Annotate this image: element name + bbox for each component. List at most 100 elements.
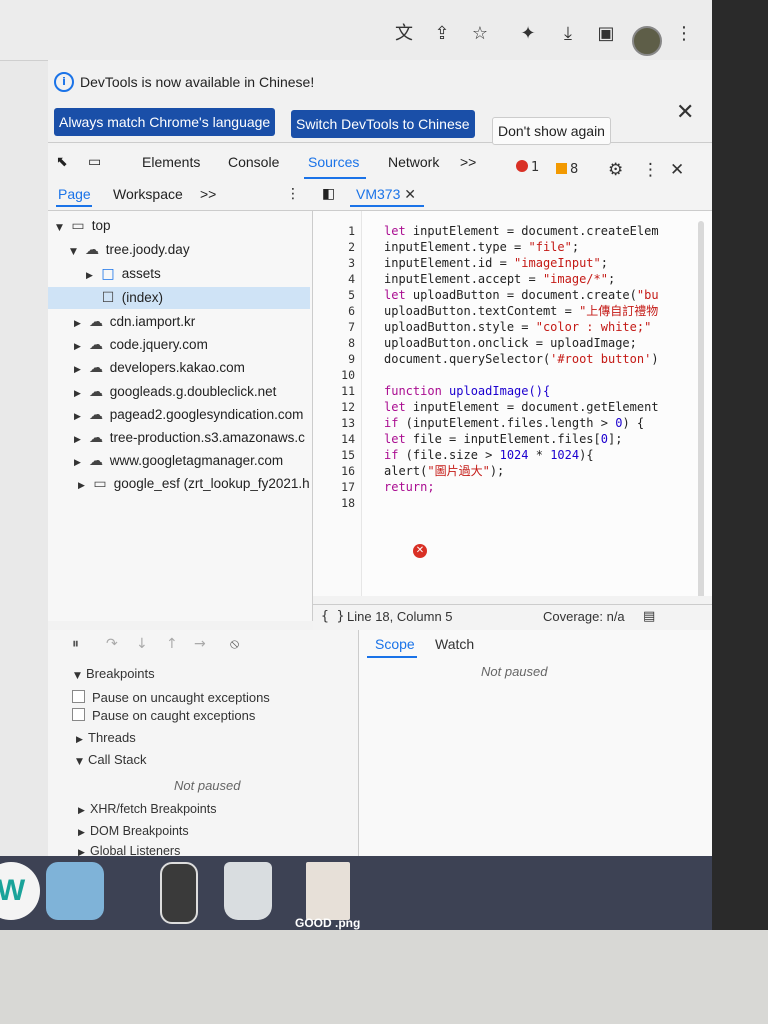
tree-item-domain[interactable]: ▼ ☁ tree.joody.day [70,239,190,261]
line-number[interactable]: 11 [313,383,355,399]
line-number[interactable]: 10 [313,367,355,383]
line-number[interactable]: 18 [313,495,355,511]
step-icon[interactable]: → [194,636,206,652]
line-number[interactable]: 17 [313,479,355,495]
image-file-icon[interactable] [306,862,350,920]
settings-gear-icon[interactable]: ⚙ [608,160,623,180]
tab-elements[interactable]: Elements [142,154,200,170]
code-line-16[interactable]: alert("圖片過大"); [384,463,504,479]
code-line-3[interactable]: inputElement.id = "imageInput"; [384,255,608,271]
section-breakpoints[interactable]: ▼ Breakpoints [74,666,155,681]
file-tab-vm373[interactable]: VM373 ✕ [356,186,416,203]
line-number[interactable]: 2 [313,239,355,255]
line-number[interactable]: 13 [313,415,355,431]
code-line-2[interactable]: inputElement.type = "file"; [384,239,579,255]
tree-item[interactable]: ▶ ☁ www.googletagmanager.com [74,450,283,472]
code-line-9[interactable]: document.querySelector('#root button') [384,351,659,367]
translate-icon[interactable]: 文 [392,22,416,46]
extensions-icon[interactable]: ✦ [516,22,540,46]
phone-app-icon[interactable] [160,862,198,924]
line-number[interactable]: 15 [313,447,355,463]
code-line-13[interactable]: if (inputElement.files.length > 0) { [384,415,644,431]
tab-workspace[interactable]: Workspace [113,186,183,202]
line-number[interactable]: 7 [313,319,355,335]
code-line-7[interactable]: uploadButton.style = "color : white;" [384,319,651,335]
code-line-4[interactable]: inputElement.accept = "image/*"; [384,271,615,287]
tree-item[interactable]: ▶ ☁ googleads.g.doubleclick.net [74,381,276,403]
tree-item[interactable]: ▶ ☁ code.jquery.com [74,334,208,356]
more-nav-tabs-button[interactable]: >> [200,186,216,202]
device-toggle-icon[interactable]: ▭ [88,154,101,170]
toggle-navigator-icon[interactable]: ◧ [322,186,335,202]
error-count-badge[interactable]: 1 [516,160,539,175]
tree-item-top[interactable]: ▼ ▭ top [56,215,111,237]
profile-avatar[interactable] [632,26,662,56]
line-number[interactable]: 4 [313,271,355,287]
code-line-1[interactable]: let inputElement = document.createElem [384,223,659,239]
close-tab-icon[interactable]: ✕ [404,187,416,203]
coverage-status[interactable]: Coverage: n/a [543,609,625,624]
tree-item-assets[interactable]: ▶ □ assets [86,263,161,285]
inspect-icon[interactable]: ⬉ [56,154,68,170]
close-icon[interactable]: ✕ [676,100,694,125]
deactivate-breakpoints-icon[interactable]: ⦸ [230,636,239,652]
error-marker-icon[interactable]: ✕ [413,544,427,558]
devtools-menu-icon[interactable]: ⋮ [642,160,659,180]
tree-item[interactable]: ▶ ▭ google_esf (zrt_lookup_fy2021.h [78,473,310,495]
section-threads[interactable]: ▶ Threads [76,730,136,745]
editor-scrollbar[interactable] [698,221,704,596]
tree-item[interactable]: ▶ ☁ pagead2.googlesyndication.com [74,404,303,426]
match-language-button[interactable]: Always match Chrome's language [54,108,276,136]
section-call-stack[interactable]: ▼ Call Stack [76,752,147,767]
code-line-12[interactable]: let inputElement = document.getElement [384,399,659,415]
section-dom-breakpoints[interactable]: ▶ DOM Breakpoints [78,824,189,838]
tree-item[interactable]: ▶ ☁ cdn.iamport.kr [74,311,195,333]
nav-menu-icon[interactable]: ⋮ [286,186,300,202]
tab-watch[interactable]: Watch [435,636,474,652]
code-line-6[interactable]: uploadButton.textContemt = "上傳自訂禮物 [384,303,658,319]
checkbox-icon[interactable] [72,708,85,721]
star-icon[interactable]: ☆ [468,22,492,46]
tab-page[interactable]: Page [58,186,91,202]
close-devtools-icon[interactable]: ✕ [670,160,684,180]
download-icon[interactable]: ⤓ [556,22,580,46]
pretty-print-button[interactable]: { } [321,609,344,624]
code-line-14[interactable]: let file = inputElement.files[0]; [384,431,622,447]
pause-icon[interactable]: ⏸ [72,636,79,652]
step-into-icon[interactable]: ↓ [136,636,148,652]
toggle-drawer-icon[interactable]: ▤ [643,609,655,624]
tab-scope[interactable]: Scope [375,636,415,652]
switch-chinese-button[interactable]: Switch DevTools to Chinese [291,110,475,138]
share-icon[interactable]: ⇪ [430,22,454,46]
tree-item-index[interactable]: ☐ (index) [48,287,310,309]
line-number[interactable]: 12 [313,399,355,415]
pause-uncaught-checkbox[interactable]: Pause on uncaught exceptions [72,690,270,705]
tab-network[interactable]: Network [388,154,439,170]
pause-caught-checkbox[interactable]: Pause on caught exceptions [72,708,255,723]
tab-sources[interactable]: Sources [308,154,359,170]
code-line-5[interactable]: let uploadButton = document.create("bu [384,287,659,303]
tree-item[interactable]: ▶ ☁ tree-production.s3.amazonaws.c [74,427,305,449]
warning-count-badge[interactable]: 8 [556,162,578,177]
sidepanel-icon[interactable]: ▣ [594,22,618,46]
image-capture-icon[interactable] [46,862,104,920]
code-line-11[interactable]: function uploadImage(){ [384,383,550,399]
checkbox-icon[interactable] [72,690,85,703]
line-number[interactable]: 14 [313,431,355,447]
line-number[interactable]: 16 [313,463,355,479]
code-line-8[interactable]: uploadButton.onclick = uploadImage; [384,335,637,351]
code-line-17[interactable]: return; [384,479,435,495]
step-out-icon[interactable]: ↑ [166,636,178,652]
line-number[interactable]: 8 [313,335,355,351]
section-xhr-breakpoints[interactable]: ▶ XHR/fetch Breakpoints [78,802,216,816]
step-over-icon[interactable]: ↷ [106,636,118,652]
line-number[interactable]: 5 [313,287,355,303]
more-icon[interactable]: ⋮ [672,22,696,46]
line-number[interactable]: 3 [313,255,355,271]
line-number[interactable]: 1 [313,223,355,239]
line-number-gutter[interactable]: 1 2 3 4 5 6 7 8 9 10 11 12 13 14 15 16 1… [313,211,362,596]
tab-console[interactable]: Console [228,154,279,170]
trash-icon[interactable] [224,862,272,920]
line-number[interactable]: 6 [313,303,355,319]
tree-item[interactable]: ▶ ☁ developers.kakao.com [74,357,245,379]
